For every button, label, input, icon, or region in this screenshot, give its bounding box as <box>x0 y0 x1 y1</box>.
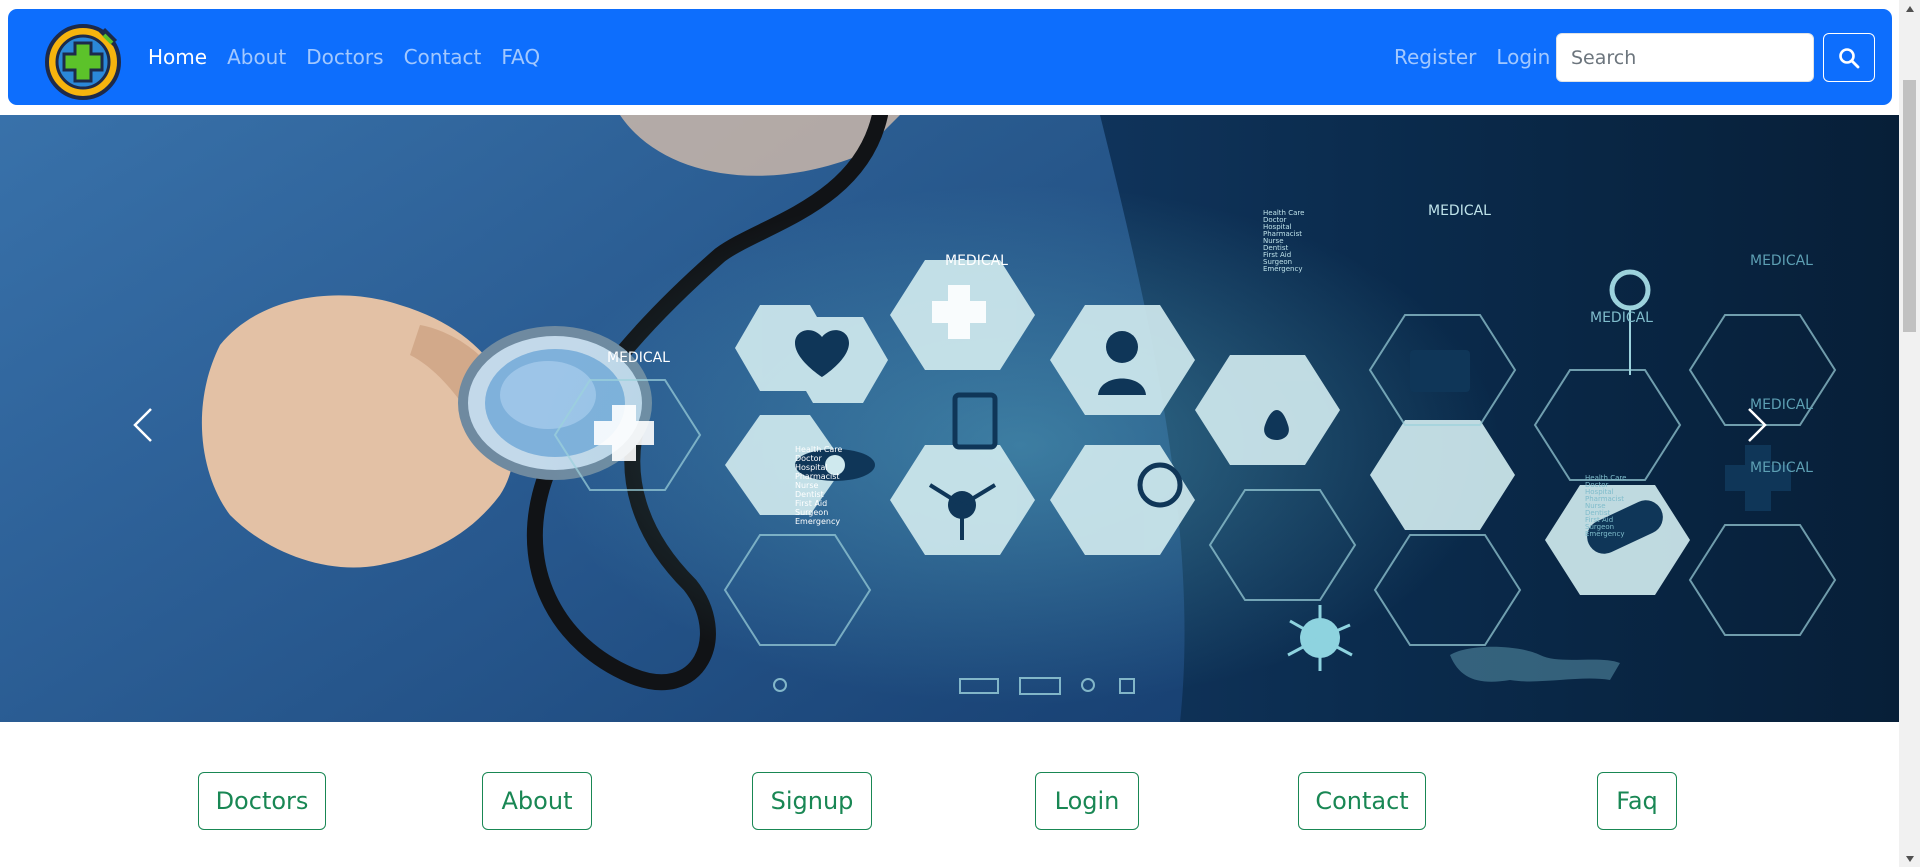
brand-logo[interactable] <box>42 21 124 103</box>
hex-label-3: MEDICAL <box>1428 203 1491 219</box>
nav-link-doctors[interactable]: Doctors <box>306 45 383 69</box>
primary-nav: Home About Doctors Contact FAQ <box>148 9 540 105</box>
chevron-right-icon <box>1748 408 1767 442</box>
hex-label-2: MEDICAL <box>607 350 670 366</box>
account-nav: Register Login <box>1394 9 1550 105</box>
quick-link-faq[interactable]: Faq <box>1597 772 1677 830</box>
nav-link-about[interactable]: About <box>227 45 286 69</box>
triangle-down-icon <box>1905 855 1914 862</box>
quick-link-login[interactable]: Login <box>1035 772 1139 830</box>
carousel-next-button[interactable] <box>1717 385 1797 465</box>
hero-image <box>0 115 1837 722</box>
hex-label-1: MEDICAL <box>945 253 1008 269</box>
chevron-left-icon <box>133 408 152 442</box>
hero-list-text-right: Health Care Doctor Hospital Pharmacist Nurs… <box>1585 474 1627 538</box>
medical-cross-logo-icon <box>45 24 121 100</box>
scrollbar-thumb[interactable] <box>1903 80 1916 332</box>
hex-label-4: MEDICAL <box>1590 310 1653 326</box>
quick-link-contact[interactable]: Contact <box>1298 772 1426 830</box>
nav-link-faq[interactable]: FAQ <box>501 45 540 69</box>
quick-link-doctors[interactable]: Doctors <box>198 772 326 830</box>
top-navbar: Home About Doctors Contact FAQ Register … <box>8 9 1892 105</box>
hero-carousel: MEDICAL MEDICAL MEDICAL MEDICAL MEDICAL … <box>0 115 1899 722</box>
scroll-up-button[interactable] <box>1899 0 1920 17</box>
quick-link-signup[interactable]: Signup <box>752 772 872 830</box>
scroll-down-button[interactable] <box>1899 850 1920 867</box>
hex-label-5: MEDICAL <box>1750 253 1813 269</box>
nav-link-register[interactable]: Register <box>1394 45 1476 69</box>
nav-link-contact[interactable]: Contact <box>404 45 482 69</box>
quick-link-about[interactable]: About <box>482 772 592 830</box>
search-input[interactable] <box>1556 33 1814 82</box>
search-icon <box>1839 47 1860 68</box>
vertical-scrollbar[interactable] <box>1899 0 1920 867</box>
search-button[interactable] <box>1823 33 1875 82</box>
carousel-prev-button[interactable] <box>103 385 183 465</box>
hero-list-text-top: Health Care Doctor Hospital Pharmacist Nurs… <box>1263 209 1305 273</box>
nav-link-login[interactable]: Login <box>1496 45 1550 69</box>
triangle-up-icon <box>1905 5 1914 12</box>
hero-list-text-left: Health Care Doctor Hospital Pharmacist Nurs… <box>795 445 843 526</box>
nav-link-home[interactable]: Home <box>148 45 207 69</box>
